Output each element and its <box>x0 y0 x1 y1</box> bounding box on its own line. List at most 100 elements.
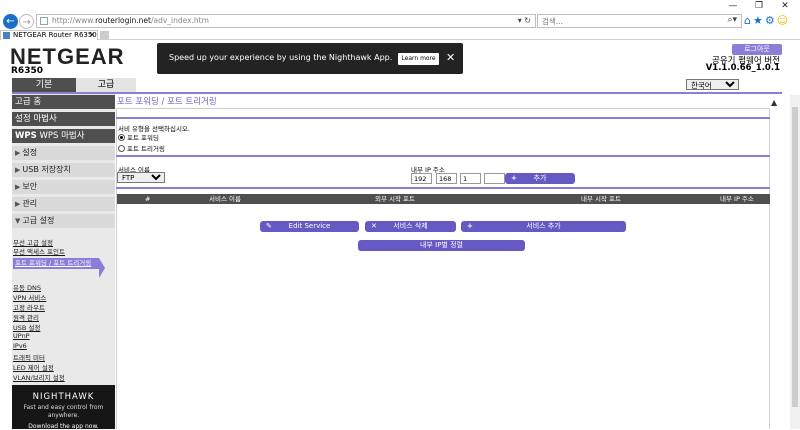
sort-by-ip-button[interactable]: 내부 IP별 정렬 <box>358 240 525 251</box>
sidebar-item-usb[interactable]: ▶ USB 저장장치 <box>12 163 115 177</box>
service-name-select[interactable]: FTP <box>117 172 165 183</box>
subnav-remote-mgmt[interactable]: 원격 관리 <box>13 312 39 322</box>
edit-service-button[interactable]: ✎ Edit Service <box>260 221 359 232</box>
radio-label: 포트 포워딩 <box>127 134 159 142</box>
ip-octet-4[interactable] <box>484 173 505 184</box>
radio-port-forwarding[interactable]: 포트 포워딩 <box>118 132 159 142</box>
sidebar-item-advanced-home[interactable]: 고급 홈 <box>12 95 115 109</box>
minimize-icon[interactable]: — <box>720 0 746 13</box>
chevron-right-icon: ▶ <box>15 183 21 191</box>
ip-octet-3[interactable] <box>460 173 481 184</box>
subnav-ipv6[interactable]: IPv6 <box>13 342 27 350</box>
subnav-upnp[interactable]: UPnP <box>13 332 30 340</box>
forward-icon[interactable]: → <box>19 14 34 29</box>
button-label: 추가 <box>533 174 547 182</box>
rules-table-header: # 서비스 이름 외부 시작 포트 내부 시작 포트 내부 IP 주소 <box>117 194 770 204</box>
subnav-usb-settings[interactable]: USB 설정 <box>13 322 40 332</box>
sidebar-item-admin[interactable]: ▶ 관리 <box>12 197 115 211</box>
section-divider <box>116 155 770 157</box>
delete-service-button[interactable]: ✕ 서비스 삭제 <box>365 221 456 232</box>
settings-gear-icon[interactable]: ⚙ <box>765 14 777 27</box>
ip-octet-1[interactable] <box>411 173 432 184</box>
sidebar-item-security[interactable]: ▶ 보안 <box>12 180 115 194</box>
plus-icon: + <box>511 174 517 182</box>
subnav-dynamic-dns[interactable]: 유동 DNS <box>13 282 41 292</box>
learn-more-button[interactable]: Learn more <box>398 53 439 65</box>
search-icon[interactable]: ⌕▾ <box>727 15 737 25</box>
tab-basic[interactable]: 기본 <box>12 78 76 92</box>
firmware-version: V1.1.0.66_1.0.1 <box>705 63 780 73</box>
ip-octet-2[interactable] <box>436 173 457 184</box>
search-box[interactable]: ⌕▾ <box>537 14 742 28</box>
col-internal-ip: 내부 IP 주소 <box>720 195 754 203</box>
sidebar-label: USB 저장장치 <box>22 165 71 174</box>
tab-close-icon[interactable]: ✕ <box>89 31 95 40</box>
back-icon[interactable]: ← <box>3 14 18 29</box>
new-tab-icon[interactable] <box>100 31 109 39</box>
app-banner: Speed up your experience by using the Ni… <box>157 43 463 74</box>
page-title: 포트 포워딩 / 포트 트리거링 <box>117 97 217 107</box>
browser-titlebar: — ❐ ✕ <box>0 0 800 13</box>
sidebar-label: 보안 <box>22 182 38 191</box>
subnav-port-forwarding[interactable]: 포트 포워딩 / 포트 트리거링 <box>13 258 99 269</box>
browser-tabbar: NETGEAR Router R6350 ✕ <box>0 30 800 40</box>
subnav-static-routes[interactable]: 고정 라우트 <box>13 302 45 312</box>
add-button[interactable]: + 추가 <box>505 173 575 184</box>
sidebar-label: 설정 <box>22 148 38 157</box>
button-label: 서비스 삭제 <box>393 222 428 230</box>
subnav-vpn[interactable]: VPN 서비스 <box>13 292 46 302</box>
pencil-icon: ✎ <box>266 222 272 230</box>
scroll-up-icon[interactable]: ▲ <box>771 98 777 107</box>
x-icon: ✕ <box>371 222 377 230</box>
browser-navbar: ← → http://www.routerlogin.net/adv_index… <box>0 13 800 30</box>
col-external-start-port: 외부 시작 포트 <box>375 195 416 203</box>
button-label: Edit Service <box>288 222 331 230</box>
active-indicator <box>99 258 105 278</box>
radio-unselected-icon[interactable] <box>118 144 125 152</box>
nighthawk-subtitle: Fast and easy control from anywhere. <box>23 404 104 419</box>
nighthawk-promo: NIGHTHAWK Fast and easy control from any… <box>12 385 115 430</box>
section-divider <box>116 117 770 119</box>
col-internal-start-port: 내부 시작 포트 <box>581 195 622 203</box>
subnav-wireless-ap[interactable]: 무선 액세스 포인트 <box>13 246 65 256</box>
tab-title: NETGEAR Router R6350 <box>13 31 97 39</box>
banner-close-icon[interactable]: ✕ <box>446 51 455 64</box>
favorites-star-icon[interactable]: ★ <box>753 14 765 27</box>
sidebar-item-wps-wizard[interactable]: WPS WPS 마법사 <box>12 129 115 143</box>
radio-label: 포트 트리거링 <box>127 145 165 153</box>
refresh-icon[interactable]: ▾ ↻ <box>518 16 531 25</box>
add-service-button[interactable]: + 서비스 추가 <box>461 221 626 232</box>
page-scrollbar[interactable] <box>790 95 800 429</box>
netgear-favicon-icon <box>3 32 10 39</box>
close-window-icon[interactable]: ✕ <box>772 0 798 13</box>
radio-selected-icon[interactable] <box>118 133 125 141</box>
subnav-traffic-meter[interactable]: 트래픽 미터 <box>13 352 45 362</box>
wps-label: WPS 마법사 <box>39 131 85 141</box>
search-input[interactable] <box>538 15 698 27</box>
browser-tab[interactable]: NETGEAR Router R6350 ✕ <box>0 30 98 40</box>
sidebar-item-setup[interactable]: ▶ 설정 <box>12 146 115 160</box>
restore-icon[interactable]: ❐ <box>746 0 772 13</box>
sidebar-item-setup-wizard[interactable]: 설정 마법사 <box>12 112 115 126</box>
scrollbar-thumb[interactable] <box>792 107 798 407</box>
sidebar-label: 고급 설정 <box>22 216 55 225</box>
subnav-led-control[interactable]: LED 제어 설정 <box>13 362 54 372</box>
page-icon <box>40 17 48 25</box>
chevron-down-icon: ▼ <box>15 217 21 225</box>
chevron-right-icon: ▶ <box>15 149 21 157</box>
router-model: R6350 <box>11 66 43 76</box>
tab-advanced[interactable]: 고급 <box>76 78 136 92</box>
address-bar[interactable]: http://www.routerlogin.net/adv_index.htm… <box>36 14 536 28</box>
section-divider <box>116 187 770 189</box>
button-label: 서비스 추가 <box>526 222 561 230</box>
address-url[interactable]: http://www.routerlogin.net/adv_index.htm <box>52 16 209 25</box>
smiley-icon[interactable]: ☺ <box>777 14 790 27</box>
subnav-vlan-bridge[interactable]: VLAN/브리지 설정 <box>13 372 65 382</box>
home-icon[interactable]: ⌂ <box>744 14 753 27</box>
banner-text: Speed up your experience by using the Ni… <box>169 53 393 62</box>
col-index: # <box>145 195 151 203</box>
sidebar-item-advanced-setup[interactable]: ▼ 고급 설정 <box>12 214 115 228</box>
chevron-right-icon: ▶ <box>15 200 21 208</box>
language-select[interactable]: 한국어 <box>686 79 739 90</box>
radio-port-triggering[interactable]: 포트 트리거링 <box>118 143 165 153</box>
